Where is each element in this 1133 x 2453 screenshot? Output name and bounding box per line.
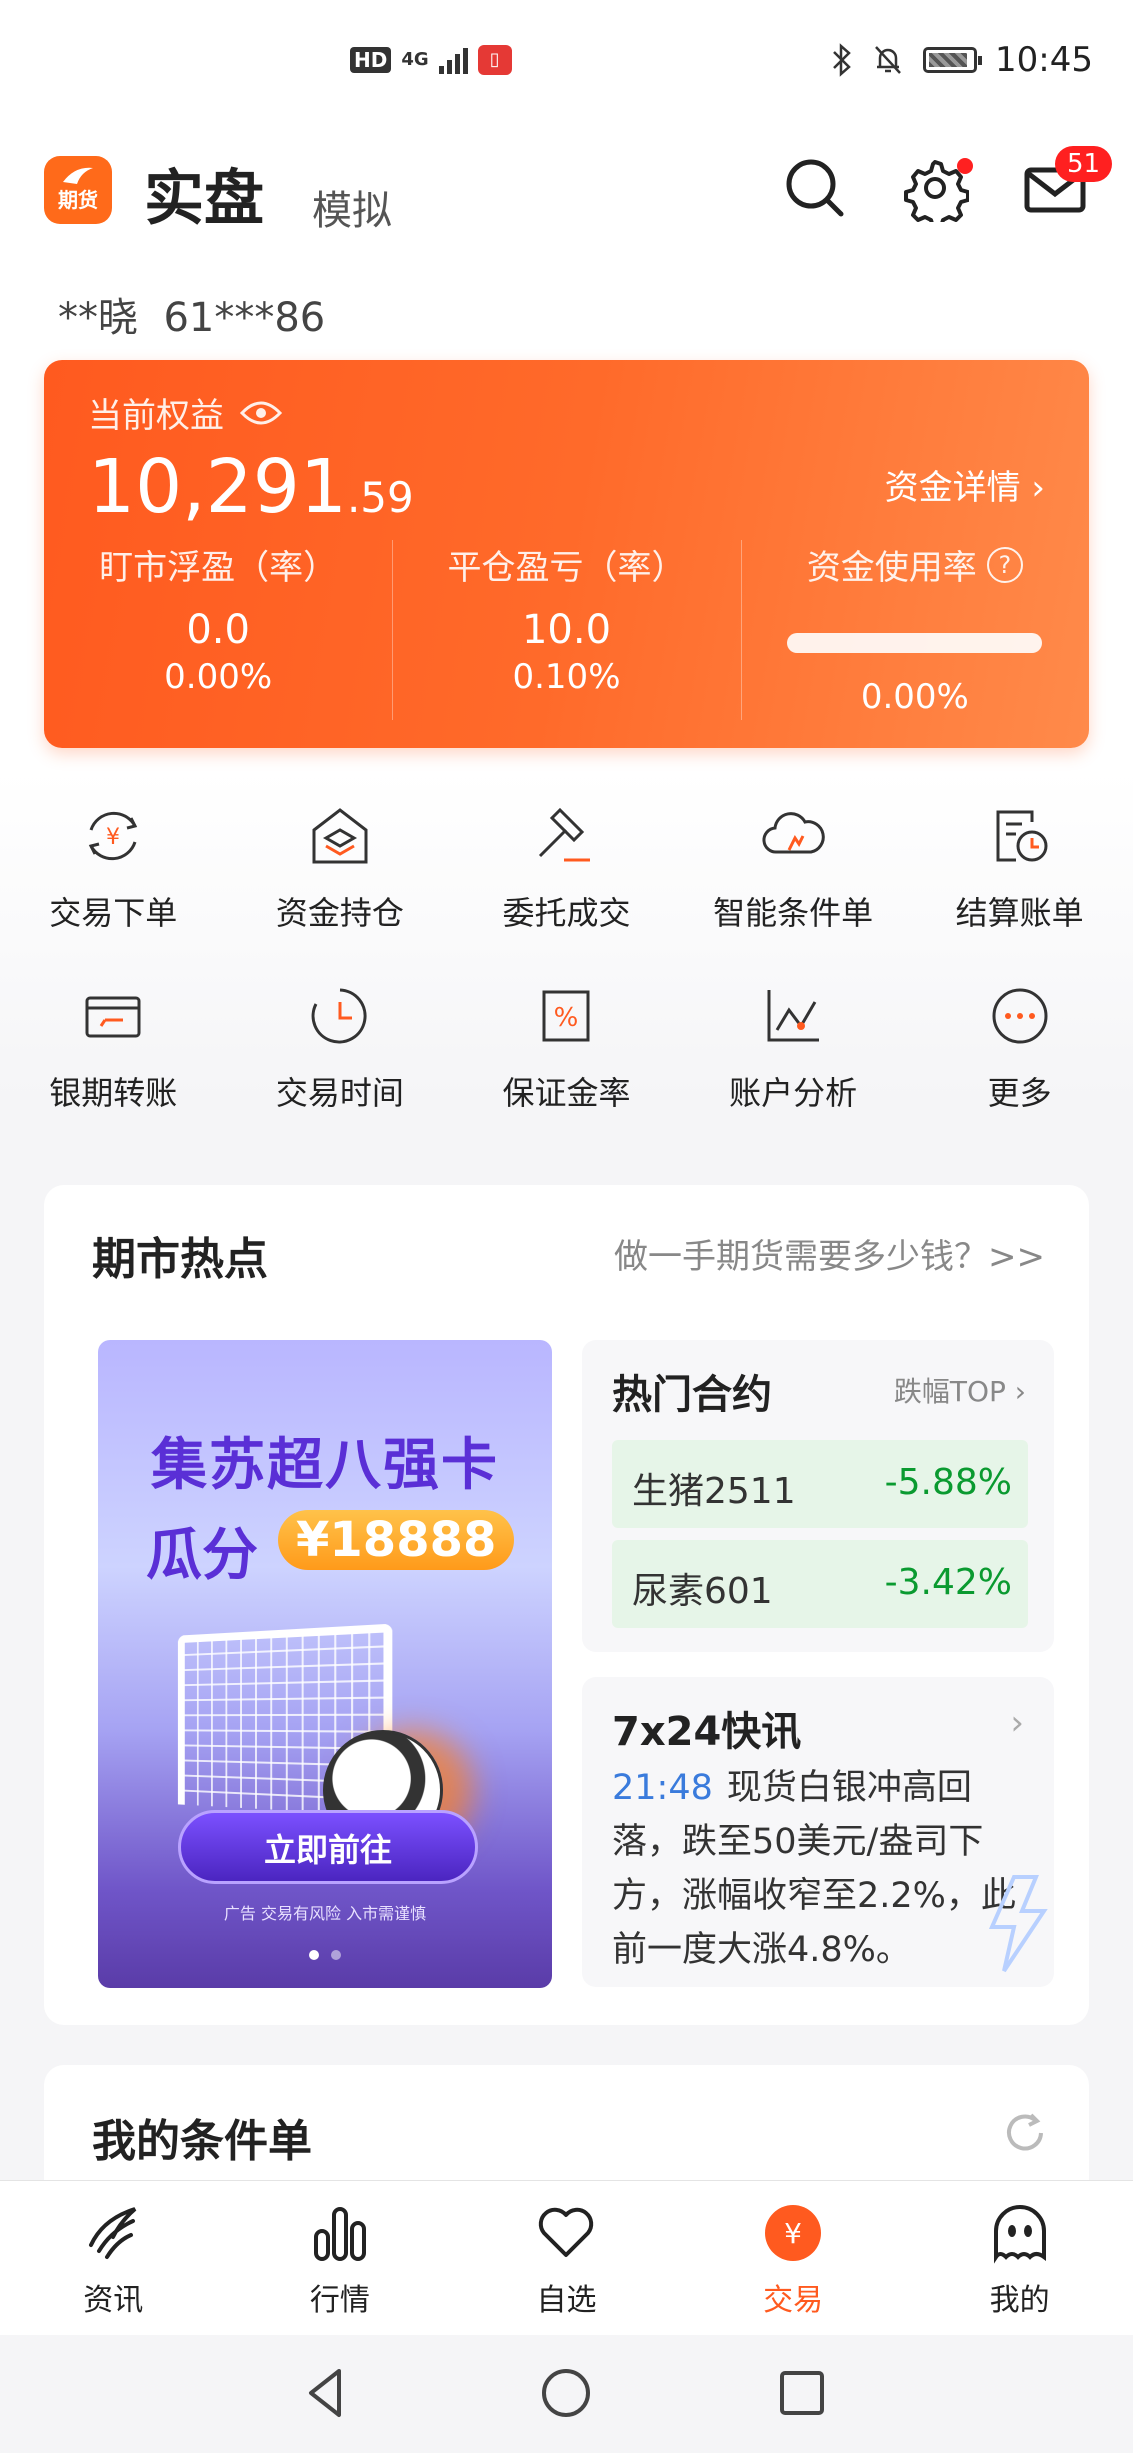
mail-icon[interactable]: 51 (1021, 146, 1113, 222)
account-name: **晓 (58, 295, 138, 341)
news-flash-text: 21:48 现货白银冲高回落，跌至50美元/盎司下方，涨幅收窄至2.2%，此前一度… (612, 1768, 1016, 1970)
hot-contracts-card: 热门合约 跌幅TOP › 生猪2511 -5.88% 尿素601 -3.42% (582, 1340, 1054, 1652)
carousel-dots[interactable] (98, 1945, 552, 1964)
back-icon[interactable] (295, 2361, 359, 2425)
network-type: 4G (401, 49, 429, 70)
trade-icon: ¥ (765, 2205, 822, 2261)
shortcut-margin-rate[interactable]: % 保证金率 (453, 970, 680, 1150)
status-indicators: HD 4G ▯ (350, 45, 512, 75)
equity-label-row: 当前权益 (88, 388, 282, 437)
refresh-icon[interactable] (1001, 2109, 1049, 2157)
favorites-icon (539, 2207, 594, 2257)
equity-value: 10,291.59 (88, 444, 414, 530)
settings-gear-icon[interactable] (901, 154, 973, 229)
logo-bird-icon (63, 167, 93, 184)
svg-text:¥: ¥ (784, 2217, 802, 2250)
account-analysis-icon (767, 990, 820, 1042)
settlement-bill-icon (996, 810, 1048, 862)
system-navigation-bar (0, 2335, 1133, 2453)
floating-pnl: 盯市浮盈（率） 0.0 0.00% (99, 548, 338, 697)
banner-go-button[interactable]: 立即前往 (178, 1810, 478, 1884)
bluetooth-icon (833, 43, 851, 77)
search-icon[interactable] (781, 154, 849, 222)
shortcut-bank-transfer[interactable]: 银期转账 (0, 970, 227, 1150)
signal-icon (438, 46, 468, 74)
banner-risk-notice: 广告 交易有风险 入市需谨慎 (223, 1904, 427, 1923)
shortcut-smart-condition[interactable]: 智能条件单 (680, 790, 907, 970)
notification-app-icon: ▯ (477, 45, 512, 75)
help-icon[interactable]: ? (986, 546, 1023, 583)
nav-profile[interactable]: 我的 (906, 2181, 1133, 2335)
contract-row[interactable]: 生猪2511 -5.88% (612, 1440, 1028, 1528)
mute-bell-icon (875, 46, 901, 74)
market-icon (313, 2207, 366, 2261)
bank-transfer-icon (85, 996, 141, 1038)
tab-simulation[interactable]: 模拟 (312, 178, 392, 236)
account-id: 61***86 (163, 295, 326, 341)
recent-apps-icon[interactable] (770, 2361, 834, 2425)
hotspots-title: 期市热点 (92, 1234, 268, 1285)
profile-icon (993, 2204, 1046, 2264)
funds-usage: 资金使用率? 0.00% (740, 540, 1089, 720)
banner-amount: ¥18888 (278, 1510, 515, 1570)
banner-headline: 集苏超八强卡 (151, 1433, 499, 1498)
news-icon (89, 2207, 137, 2259)
status-bar: HD 4G ▯ 10:45 (0, 0, 1133, 130)
funds-detail-link[interactable]: 资金详情 › (885, 460, 1045, 509)
shortcut-account-analysis[interactable]: 账户分析 (680, 970, 907, 1150)
trade-time-icon (311, 988, 367, 1044)
shortcut-trade-order[interactable]: ¥ 交易下单 (0, 790, 227, 970)
nav-news[interactable]: 资讯 (0, 2181, 227, 2335)
mail-count-badge: 51 (1055, 146, 1113, 182)
clock: 10:45 (995, 40, 1093, 80)
account-info: **晓 61***86 (58, 285, 325, 343)
order-fill-icon (539, 807, 591, 862)
market-hotspots: 期市热点 做一手期货需要多少钱？>> 集苏超八强卡 瓜分 ¥18888 立即前往… (44, 1185, 1089, 2025)
more-icon (992, 988, 1048, 1044)
decline-top-link[interactable]: 跌幅TOP › (894, 1370, 1026, 1410)
contract-row[interactable]: 尿素601 -3.42% (612, 1540, 1028, 1628)
nav-market[interactable]: 行情 (227, 2181, 454, 2335)
trade-order-icon: ¥ (89, 811, 138, 861)
hotspots-link[interactable]: 做一手期货需要多少钱？>> (614, 1229, 1045, 1278)
shortcut-settlement-bill[interactable]: 结算账单 (906, 790, 1133, 970)
smart-condition-icon (762, 812, 825, 854)
app-logo: 期货 (44, 156, 112, 224)
settings-red-dot (957, 158, 973, 174)
eye-icon[interactable] (240, 399, 282, 427)
shortcut-funds-position[interactable]: 资金持仓 (227, 790, 454, 970)
nav-favorites[interactable]: 自选 (453, 2181, 680, 2335)
shortcut-order-fill[interactable]: 委托成交 (453, 790, 680, 970)
status-right: 10:45 (831, 40, 1093, 80)
home-icon[interactable] (534, 2361, 598, 2425)
hd-badge: HD (350, 47, 392, 73)
my-conditions-title: 我的条件单 (92, 2116, 312, 2167)
equity-label: 当前权益 (88, 396, 224, 436)
lightning-icon (988, 1875, 1048, 1973)
promo-banner[interactable]: 集苏超八强卡 瓜分 ¥18888 立即前往 广告 交易有风险 入市需谨慎 (98, 1340, 552, 1988)
header-actions: 51 (781, 146, 1113, 229)
equity-card[interactable]: 当前权益 10,291.59 资金详情 › 盯市浮盈（率） 0.0 0.00% … (44, 360, 1089, 748)
battery-icon (923, 47, 983, 73)
bottom-navigation: 资讯 行情 自选 ¥ 交易 我的 (0, 2180, 1133, 2335)
hot-contracts-title: 热门合约 (612, 1372, 772, 1418)
shortcut-trade-time[interactable]: 交易时间 (227, 970, 454, 1150)
svg-text:%: % (554, 1003, 579, 1033)
news-flash-card[interactable]: 7x24快讯 › 21:48 现货白银冲高回落，跌至50美元/盎司下方，涨幅收窄至… (582, 1677, 1054, 1987)
svg-text:¥: ¥ (106, 825, 120, 850)
close-pnl: 平仓盈亏（率） 10.0 0.10% (392, 540, 740, 720)
banner-subline: 瓜分 (146, 1523, 258, 1588)
funds-position-icon (312, 808, 368, 864)
shortcut-more[interactable]: 更多 (906, 970, 1133, 1150)
header: 期货 实盘 模拟 51 (44, 146, 1113, 240)
usage-progress-bar (787, 633, 1043, 653)
chevron-right-icon[interactable]: › (1010, 1703, 1024, 1743)
margin-rate-icon: % (542, 990, 590, 1042)
equity-stats: 盯市浮盈（率） 0.0 0.00% 平仓盈亏（率） 10.0 0.10% 资金使… (44, 540, 1089, 720)
news-flash-title: 7x24快讯 (612, 1709, 802, 1755)
shortcut-grid: ¥ 交易下单 资金持仓 委托成交 智能条件单 结算账单 银期转账 交易时间 % … (0, 790, 1133, 1150)
nav-trade[interactable]: ¥ 交易 (680, 2181, 907, 2335)
tab-real[interactable]: 实盘 (144, 150, 264, 237)
